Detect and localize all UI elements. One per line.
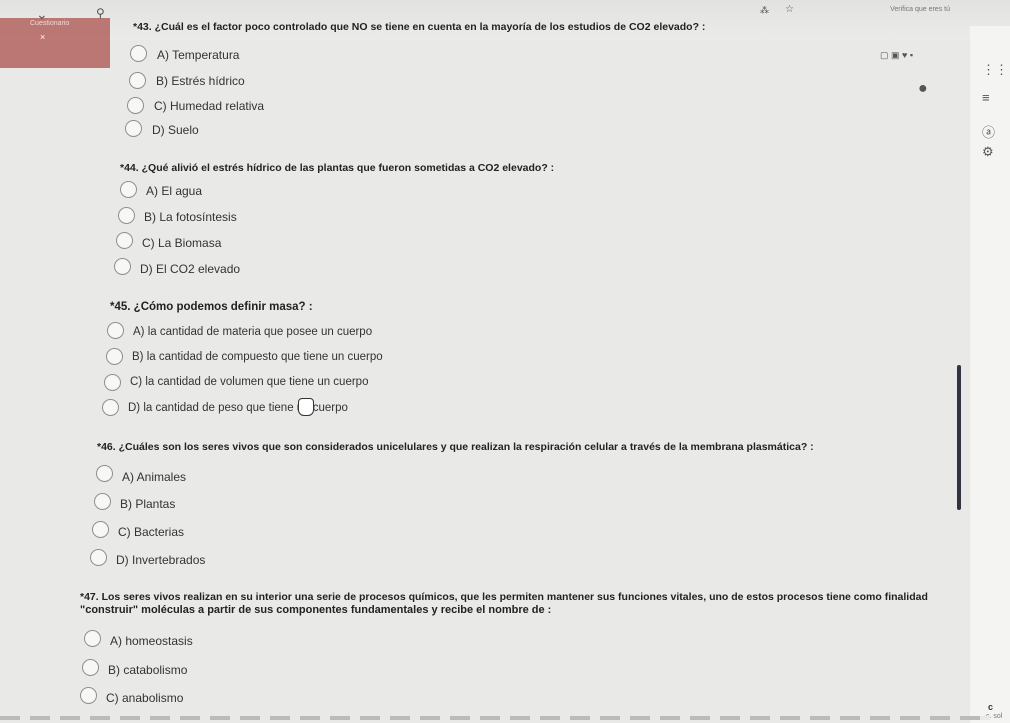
option-label: B) Plantas (120, 497, 176, 511)
option-radio[interactable] (92, 521, 109, 538)
option-radio[interactable] (84, 630, 101, 647)
account-circle-icon[interactable]: ● (918, 80, 928, 98)
option-radio[interactable] (106, 348, 123, 365)
extension-icon[interactable]: ⁂ (760, 5, 769, 16)
tab-close-icon[interactable]: × (40, 32, 45, 42)
option-radio[interactable] (116, 232, 133, 249)
browser-toolbar (0, 0, 1010, 40)
browser-tab[interactable]: Cuestionario × (0, 18, 110, 68)
option-label: D) El CO2 elevado (140, 262, 241, 276)
star-icon[interactable]: ☆ (785, 4, 794, 15)
option-radio[interactable] (82, 659, 99, 676)
bottom-divider (0, 716, 990, 720)
option-radio[interactable] (127, 97, 144, 114)
option-label: C) la cantidad de volumen que tiene un c… (130, 376, 369, 388)
option-label: D) Invertebrados (116, 553, 206, 567)
option-label: A) El agua (146, 184, 203, 198)
option-label: A) Temperatura (157, 48, 240, 62)
extension-badge[interactable]: Verifica que eres tú (890, 6, 950, 13)
option-radio[interactable] (80, 687, 97, 704)
option-radio[interactable] (102, 399, 119, 416)
apps-grid-icon[interactable]: ⋮⋮ (982, 62, 1008, 78)
option-radio[interactable] (129, 72, 146, 89)
option-radio[interactable] (114, 258, 131, 275)
menu-icon[interactable]: ≡ (982, 90, 990, 105)
option-label: A) homeostasis (110, 634, 193, 648)
option-radio[interactable] (94, 493, 111, 510)
option-radio[interactable] (125, 120, 142, 137)
option-label: B) Estrés hídrico (156, 74, 245, 88)
side-panel: ⋮⋮ ≡ ⓐ ⚙ (970, 26, 1010, 723)
option-radio[interactable] (118, 207, 135, 224)
scrollbar-thumb[interactable] (957, 365, 961, 510)
back-icon[interactable]: ⌄ (36, 6, 48, 23)
option-radio[interactable] (120, 181, 137, 198)
option-label: D) Suelo (152, 123, 199, 137)
question-47: *47. Los seres vivos realizan en su inte… (80, 591, 928, 603)
option-radio[interactable] (104, 374, 121, 391)
search-icon[interactable]: ⚲ (96, 6, 105, 20)
option-label: A) Animales (122, 470, 187, 484)
pointer-hand-icon (298, 398, 314, 416)
option-label: B) catabolismo (108, 663, 188, 677)
option-radio[interactable] (107, 322, 124, 339)
option-radio[interactable] (130, 45, 147, 62)
option-radio[interactable] (90, 549, 107, 566)
option-label: C) Humedad relativa (154, 99, 265, 113)
option-label: C) Bacterias (118, 525, 185, 539)
option-label: D) la cantidad de peso que tiene un cuer… (128, 402, 348, 414)
window-controls-icon[interactable]: ▢ ▣ ♥ ▪ (880, 50, 913, 61)
person-icon[interactable]: ⓐ (982, 122, 995, 141)
option-label: B) la cantidad de compuesto que tiene un… (132, 351, 383, 363)
corner-label: c (988, 702, 994, 712)
option-label: A) la cantidad de materia que posee un c… (133, 326, 373, 338)
option-label: C) La Biomasa (142, 236, 222, 250)
option-radio[interactable] (96, 465, 113, 482)
question-43: *43. ¿Cuál es el factor poco controlado … (133, 21, 706, 33)
option-label: C) anabolismo (106, 691, 184, 705)
option-label: B) La fotosíntesis (144, 210, 237, 224)
question-44: *44. ¿Qué alivió el estrés hídrico de la… (120, 162, 555, 174)
question-45: *45. ¿Cómo podemos definir masa? : (110, 301, 313, 313)
settings-icon[interactable]: ⚙ (982, 144, 994, 160)
question-47-continued: "construir" moléculas a partir de sus co… (80, 604, 552, 616)
question-46: *46. ¿Cuáles son los seres vivos que son… (97, 441, 814, 453)
